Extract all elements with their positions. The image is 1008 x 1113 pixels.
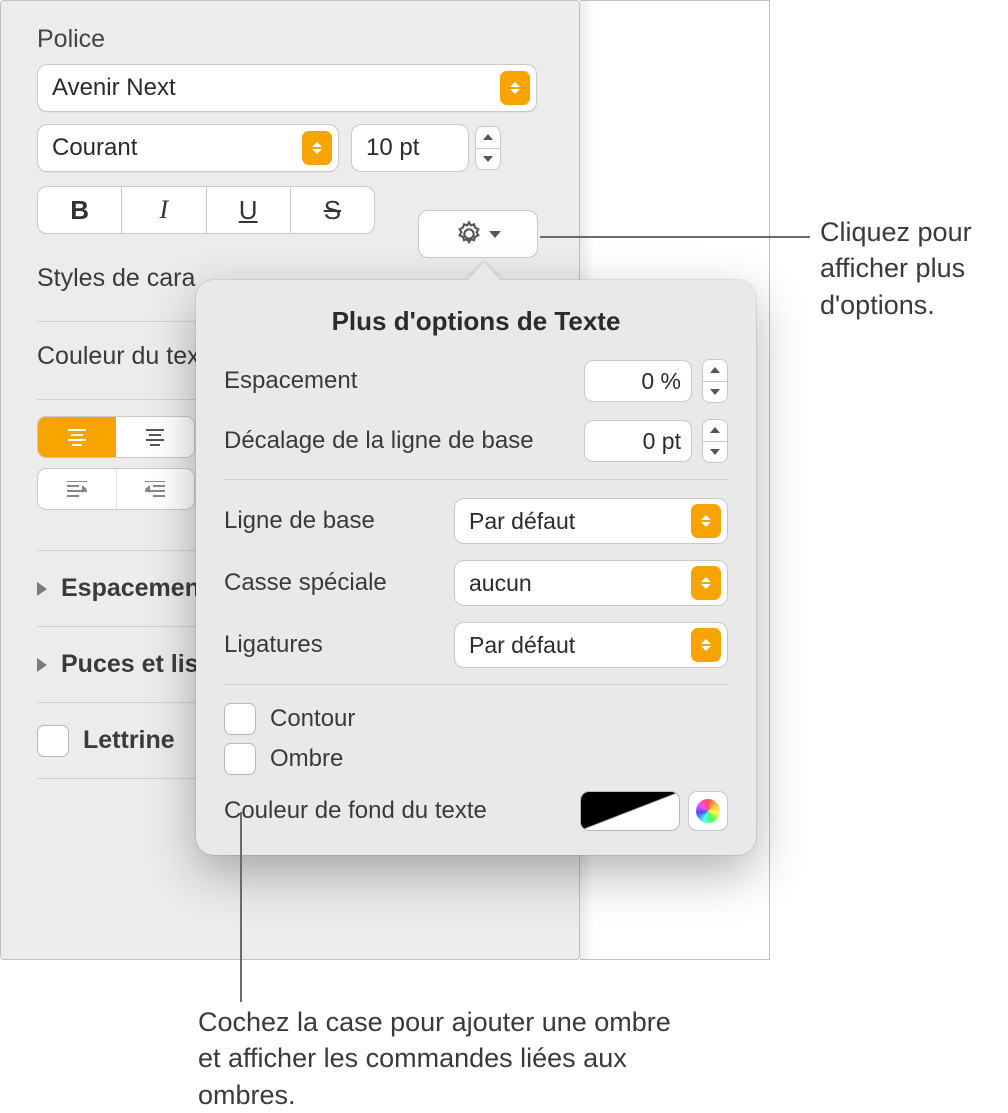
text-bg-color-label: Couleur de fond du texte — [224, 797, 487, 825]
ligatures-label: Ligatures — [224, 631, 323, 659]
chevron-up-down-icon — [691, 628, 721, 662]
font-family-label: Avenir Next — [52, 74, 500, 102]
italic-button[interactable]: I — [122, 187, 206, 233]
gear-icon — [455, 220, 483, 248]
callout-line — [240, 812, 242, 1002]
bold-button[interactable]: B — [38, 187, 122, 233]
font-size-field[interactable]: 10 pt — [351, 124, 469, 172]
disclosure-triangle-icon — [37, 582, 47, 596]
chevron-down-icon — [489, 231, 501, 238]
font-weight-label: Courant — [52, 134, 302, 162]
separator — [224, 684, 728, 685]
font-family-select[interactable]: Avenir Next — [37, 64, 537, 112]
decrease-indent-button[interactable] — [38, 469, 117, 509]
callout-line — [540, 236, 810, 238]
color-wheel-icon — [696, 799, 720, 823]
align-left-button[interactable] — [38, 417, 116, 457]
shadow-checkbox[interactable] — [224, 743, 256, 775]
separator — [224, 479, 728, 480]
callout-shadow: Cochez la case pour ajouter une ombre et… — [198, 1004, 678, 1113]
font-weight-select[interactable]: Courant — [37, 124, 339, 172]
baseline-shift-label: Décalage de la ligne de base — [224, 427, 534, 455]
alignment-segmented — [37, 416, 195, 458]
spacing-label: Espacemen — [61, 574, 200, 603]
bullets-label: Puces et lis — [61, 650, 199, 679]
capitalization-label: Casse spéciale — [224, 569, 387, 597]
dropcap-checkbox[interactable] — [37, 725, 69, 757]
disclosure-triangle-icon — [37, 658, 47, 672]
dropcap-label: Lettrine — [83, 726, 175, 755]
font-size-value: 10 pt — [366, 134, 468, 162]
shadow-label: Ombre — [270, 745, 343, 773]
text-bg-color-well[interactable] — [580, 791, 680, 831]
stepper-down[interactable] — [476, 149, 500, 170]
ligatures-select[interactable]: Par défaut — [454, 622, 728, 668]
indent-segmented — [37, 468, 195, 510]
baseline-shift-stepper[interactable] — [702, 419, 728, 463]
color-picker-button[interactable] — [688, 791, 728, 831]
chevron-up-down-icon — [691, 504, 721, 538]
chevron-up-down-icon — [302, 131, 332, 165]
spacing-label: Espacement — [224, 367, 357, 395]
stepper-up[interactable] — [476, 127, 500, 149]
baseline-label: Ligne de base — [224, 507, 375, 535]
strikethrough-button[interactable]: S — [291, 187, 374, 233]
capitalization-select[interactable]: aucun — [454, 560, 728, 606]
text-style-segmented: B I U S — [37, 186, 375, 234]
chevron-up-down-icon — [500, 71, 530, 105]
popover-title: Plus d'options de Texte — [224, 306, 728, 337]
outline-label: Contour — [270, 705, 355, 733]
spacing-stepper[interactable] — [702, 359, 728, 403]
spacing-field[interactable]: 0 % — [584, 360, 692, 402]
baseline-select[interactable]: Par défaut — [454, 498, 728, 544]
chevron-up-down-icon — [691, 566, 721, 600]
more-text-options-popover: Plus d'options de Texte Espacement 0 % D… — [196, 280, 756, 855]
underline-button[interactable]: U — [207, 187, 291, 233]
align-center-button[interactable] — [116, 417, 194, 457]
baseline-shift-field[interactable]: 0 pt — [584, 420, 692, 462]
callout-gear: Cliquez pour afficher plus d'options. — [820, 214, 1000, 323]
outline-checkbox[interactable] — [224, 703, 256, 735]
increase-indent-button[interactable] — [117, 469, 195, 509]
more-options-button[interactable] — [418, 210, 538, 258]
font-size-stepper[interactable] — [475, 126, 501, 170]
police-heading: Police — [37, 25, 549, 54]
